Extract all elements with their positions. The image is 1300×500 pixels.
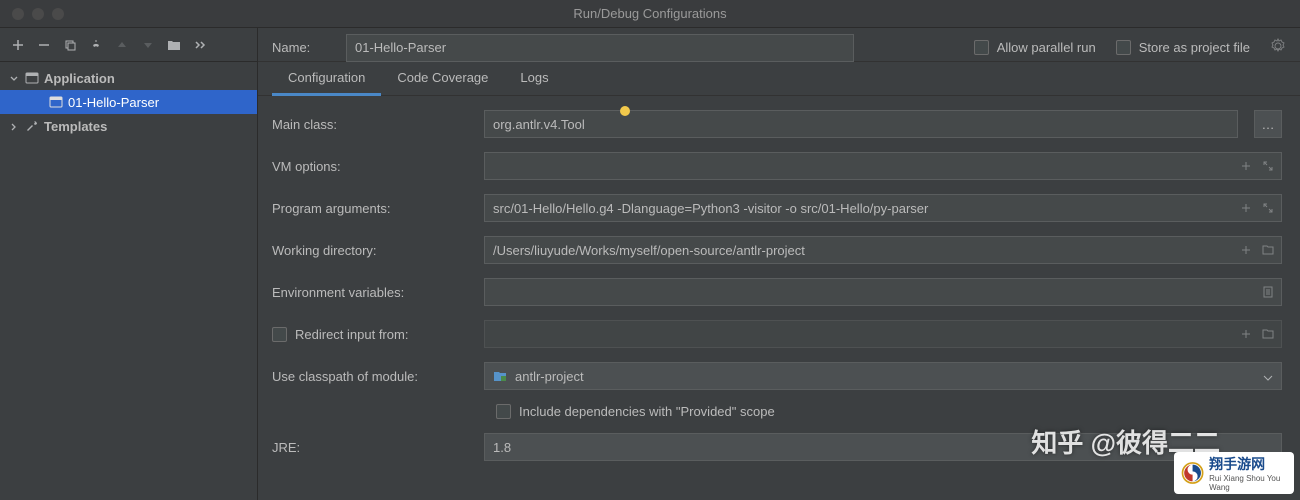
chevron-down-icon [10,71,20,86]
window-titlebar: Run/Debug Configurations [0,0,1300,28]
field-label: Environment variables: [272,285,474,300]
logo-text-en: Rui Xiang Shou You Wang [1209,474,1288,492]
move-up-icon[interactable] [114,37,130,53]
allow-parallel-checkbox[interactable]: Allow parallel run [974,40,1096,55]
name-input[interactable] [346,34,854,62]
browse-button[interactable]: … [1254,110,1282,138]
redirect-input-field[interactable] [484,320,1282,348]
tree-label: Templates [44,119,107,134]
checkbox-icon [974,40,989,55]
working-dir-row: Working directory: [272,236,1282,264]
config-tree: Application 01-Hello-Parser Templates [0,62,257,138]
lightbulb-icon[interactable] [620,106,630,116]
vm-options-row: VM options: [272,152,1282,180]
logo-icon [1180,458,1205,488]
checkbox-label: Store as project file [1139,40,1250,55]
chevron-right-icon [10,119,20,134]
classpath-row: Use classpath of module: antlr-project [272,362,1282,390]
move-down-icon[interactable] [140,37,156,53]
edit-config-icon[interactable] [88,37,104,53]
tab-code-coverage[interactable]: Code Coverage [381,62,504,96]
redirect-input-row: Redirect input from: [272,320,1282,348]
classpath-select[interactable]: antlr-project [484,362,1282,390]
add-icon[interactable] [1238,158,1254,174]
add-icon[interactable] [1238,200,1254,216]
maximize-window-icon[interactable] [52,8,64,20]
logo-text-cn: 翔手游网 [1209,454,1288,474]
logo-badge: 翔手游网 Rui Xiang Shou You Wang [1174,452,1294,494]
window-title: Run/Debug Configurations [573,6,726,21]
field-label: Program arguments: [272,201,474,216]
minimize-window-icon[interactable] [32,8,44,20]
chevron-down-icon [1263,369,1273,384]
checkbox-icon [1116,40,1131,55]
tree-node-hello-parser[interactable]: 01-Hello-Parser [0,90,257,114]
include-deps-row: Include dependencies with "Provided" sco… [272,404,1282,419]
field-label: JRE: [272,440,474,455]
remove-config-icon[interactable] [36,37,52,53]
vm-options-input[interactable] [484,152,1282,180]
program-args-input[interactable] [484,194,1282,222]
main-class-input[interactable] [484,110,1238,138]
expand-icon[interactable] [1260,200,1276,216]
list-icon[interactable] [1260,284,1276,300]
tabs: Configuration Code Coverage Logs [258,62,1300,96]
folder-icon[interactable] [1260,326,1276,342]
add-icon[interactable] [1238,242,1254,258]
sidebar-toolbar [0,28,257,62]
redirect-checkbox[interactable] [272,327,287,342]
tab-logs[interactable]: Logs [504,62,564,96]
tab-configuration[interactable]: Configuration [272,62,381,96]
folder-action-icon[interactable] [166,37,182,53]
field-label: VM options: [272,159,474,174]
program-args-row: Program arguments: [272,194,1282,222]
more-actions-icon[interactable] [192,37,208,53]
select-value: antlr-project [515,369,584,384]
wrench-icon [24,118,40,134]
gear-icon[interactable] [1270,38,1286,57]
tree-node-application[interactable]: Application [0,66,257,90]
field-label: Redirect input from: [295,327,408,342]
include-deps-checkbox[interactable]: Include dependencies with "Provided" sco… [496,404,775,419]
tree-node-templates[interactable]: Templates [0,114,257,138]
field-label: Use classpath of module: [272,369,474,384]
close-window-icon[interactable] [12,8,24,20]
store-project-checkbox[interactable]: Store as project file [1116,40,1250,55]
name-row: Name: Allow parallel run Store as projec… [258,28,1300,62]
field-label: Working directory: [272,243,474,258]
name-label: Name: [272,40,328,55]
env-vars-input[interactable] [484,278,1282,306]
add-icon[interactable] [1238,326,1254,342]
expand-icon[interactable] [1260,158,1276,174]
application-icon [24,70,40,86]
checkbox-label: Include dependencies with "Provided" sco… [519,404,775,419]
folder-icon[interactable] [1260,242,1276,258]
add-config-icon[interactable] [10,37,26,53]
application-icon [48,94,64,110]
tree-label: Application [44,71,115,86]
config-form: Main class: … VM options: Pro [258,96,1300,475]
sidebar: Application 01-Hello-Parser Templates [0,28,258,500]
module-folder-icon [493,370,507,382]
checkbox-icon [496,404,511,419]
copy-config-icon[interactable] [62,37,78,53]
working-dir-input[interactable] [484,236,1282,264]
field-label: Main class: [272,117,474,132]
traffic-lights [0,8,64,20]
checkbox-label: Allow parallel run [997,40,1096,55]
select-value: 1.8 [493,440,511,455]
tree-label: 01-Hello-Parser [68,95,159,110]
env-vars-row: Environment variables: [272,278,1282,306]
main-class-row: Main class: … [272,110,1282,138]
